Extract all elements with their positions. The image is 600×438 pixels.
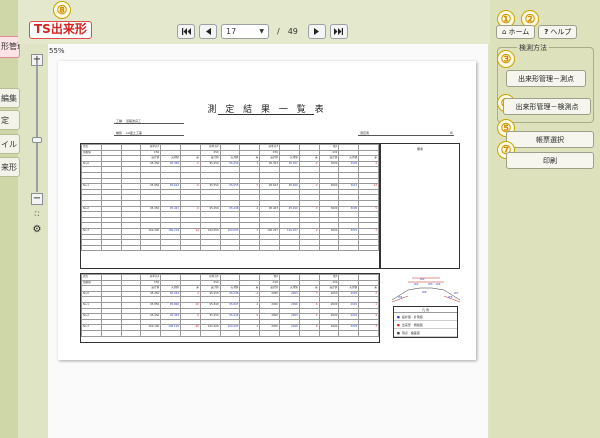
app-title: TS出来形 <box>29 21 92 39</box>
last-page-icon[interactable] <box>329 23 348 39</box>
table-cell <box>358 244 379 252</box>
print-button[interactable]: 印刷 <box>506 152 594 169</box>
page-select[interactable]: 17 ▼ <box>221 23 269 39</box>
section-label-6: W6 <box>422 290 427 294</box>
inspection-method-title: 検測方法 <box>517 43 549 53</box>
left-menu-item-0[interactable]: 形管理 <box>0 36 20 58</box>
top-buttons: ⌂ ホーム ? ヘルプ <box>496 25 578 39</box>
info-underline-0 <box>114 123 184 124</box>
table-cell <box>140 329 162 337</box>
zoom-slider-track[interactable] <box>36 62 38 192</box>
page-separator: / <box>277 26 280 36</box>
table-cell <box>338 244 360 252</box>
table-cell <box>219 244 241 252</box>
table-cell <box>298 244 320 252</box>
fit-page-icon[interactable]: ⛶ <box>31 210 43 222</box>
section-label-1: W2 <box>414 282 419 286</box>
left-menu-item-1[interactable]: 編集 <box>0 88 20 108</box>
inspector-underline <box>358 135 454 136</box>
help-button[interactable]: ? ヘルプ <box>538 25 578 39</box>
table-cell <box>318 244 340 252</box>
select-form-button[interactable]: 帳票選択 <box>506 131 594 148</box>
table-row <box>81 329 379 337</box>
info-underline-1 <box>114 135 184 136</box>
zoom-control: + − ⛶ ⚙ <box>30 42 46 242</box>
table-cell <box>81 244 102 252</box>
table-row <box>81 244 379 252</box>
left-menu-item-2[interactable]: 定 <box>0 110 20 130</box>
total-pages: 49 <box>287 26 298 36</box>
legend-item-0: ■ 設計値 · 計測値 <box>394 313 457 321</box>
table-cell <box>179 329 201 337</box>
table-cell <box>259 329 280 337</box>
legend-item-1: ■ 出来形 · 規格値 <box>394 321 457 329</box>
left-menu: 形管理 編集 定 イル 来形 <box>0 0 20 438</box>
first-page-icon[interactable] <box>177 23 195 39</box>
table-cell <box>199 329 221 337</box>
home-icon: ⌂ <box>502 28 507 36</box>
table-cell <box>199 244 221 252</box>
callout-3: ③ <box>497 50 515 68</box>
measurement-table-1: 測点 基準高1 基準高2 基準高3 幅1 規格値 ±50 ±50 ±50 -100 設計値 実測値差設… <box>80 143 380 269</box>
right-panel: ① ② ⌂ホーム ?ヘルプ 検測方法 ③ 出来形管理－測点 ④ 出来形管理－検測… <box>490 0 600 438</box>
table-cell <box>259 244 280 252</box>
table-cell <box>239 329 261 337</box>
zoom-level: 55% <box>49 47 65 55</box>
table-cell <box>160 244 181 252</box>
table-cell <box>358 329 379 337</box>
report-page: 測 定 結 果 一 覧 表 工種 道路改良工 種別 LO盛土工事 測定者 印 測… <box>58 61 476 360</box>
table-cell <box>100 244 122 252</box>
measure-point-button[interactable]: 出来形管理－測点 <box>506 70 586 87</box>
table-cell <box>219 329 241 337</box>
table-cell <box>298 329 320 337</box>
help-icon: ? <box>544 28 549 36</box>
table-cell <box>338 329 360 337</box>
section-label-5: W5 <box>448 295 453 299</box>
table-cell <box>120 329 142 337</box>
gear-icon[interactable]: ⚙ <box>31 225 43 237</box>
table-cell <box>278 329 300 337</box>
seal-mark: 印 <box>450 131 454 135</box>
section-label-0: W2 <box>420 277 425 281</box>
callout-8: ⑧ <box>53 1 71 19</box>
prev-page-icon[interactable] <box>199 23 217 39</box>
inspect-point-button[interactable]: 出来形管理－検測点 <box>503 98 591 115</box>
section-label-4: W1 <box>398 295 403 299</box>
table-cell <box>278 244 300 252</box>
legend-item-2: ■ 測点 · 偏差値 <box>394 329 457 337</box>
section-label-2: W3 <box>428 282 433 286</box>
remarks-box-1: 備考 <box>380 143 460 269</box>
left-menu-item-4[interactable]: 来形 <box>0 157 20 177</box>
current-page: 17 <box>226 26 237 36</box>
zoom-slider-thumb[interactable] <box>32 137 42 143</box>
table-cell <box>239 244 261 252</box>
left-menu-item-3[interactable]: イル <box>0 134 20 154</box>
table-cell <box>179 244 201 252</box>
page-navigation: 17 ▼ / 49 <box>177 22 348 40</box>
remarks-header: 備考 <box>416 147 424 151</box>
document-preview[interactable]: 測 定 結 果 一 覧 表 工種 道路改良工 種別 LO盛土工事 測定者 印 測… <box>48 44 488 438</box>
zoom-out-button[interactable]: − <box>31 193 43 205</box>
title-underline <box>218 114 314 115</box>
home-button[interactable]: ⌂ ホーム <box>496 25 536 39</box>
table-cell <box>81 329 102 337</box>
cross-section-diagram: W2 W2 W3 W4 W1 W5 W6 W7 <box>391 277 461 303</box>
table-cell <box>100 329 122 337</box>
section-label-3: W4 <box>436 282 441 286</box>
measurement-table-2: 測点 基準高4 基準高5 幅2 幅3 規格値 ±50 ±50 -100 -100 設計値 実測値差設計… <box>80 273 380 343</box>
table-cell <box>160 329 181 337</box>
table-cell <box>120 244 142 252</box>
next-page-icon[interactable] <box>307 23 326 39</box>
table-cell <box>318 329 340 337</box>
section-label-7: W7 <box>454 291 459 295</box>
table-cell <box>140 244 162 252</box>
chevron-down-icon: ▼ <box>259 27 264 35</box>
legend-box: 凡 例 ■ 設計値 · 計測値 ■ 出来形 · 規格値 ■ 測点 · 偏差値 <box>393 306 458 338</box>
